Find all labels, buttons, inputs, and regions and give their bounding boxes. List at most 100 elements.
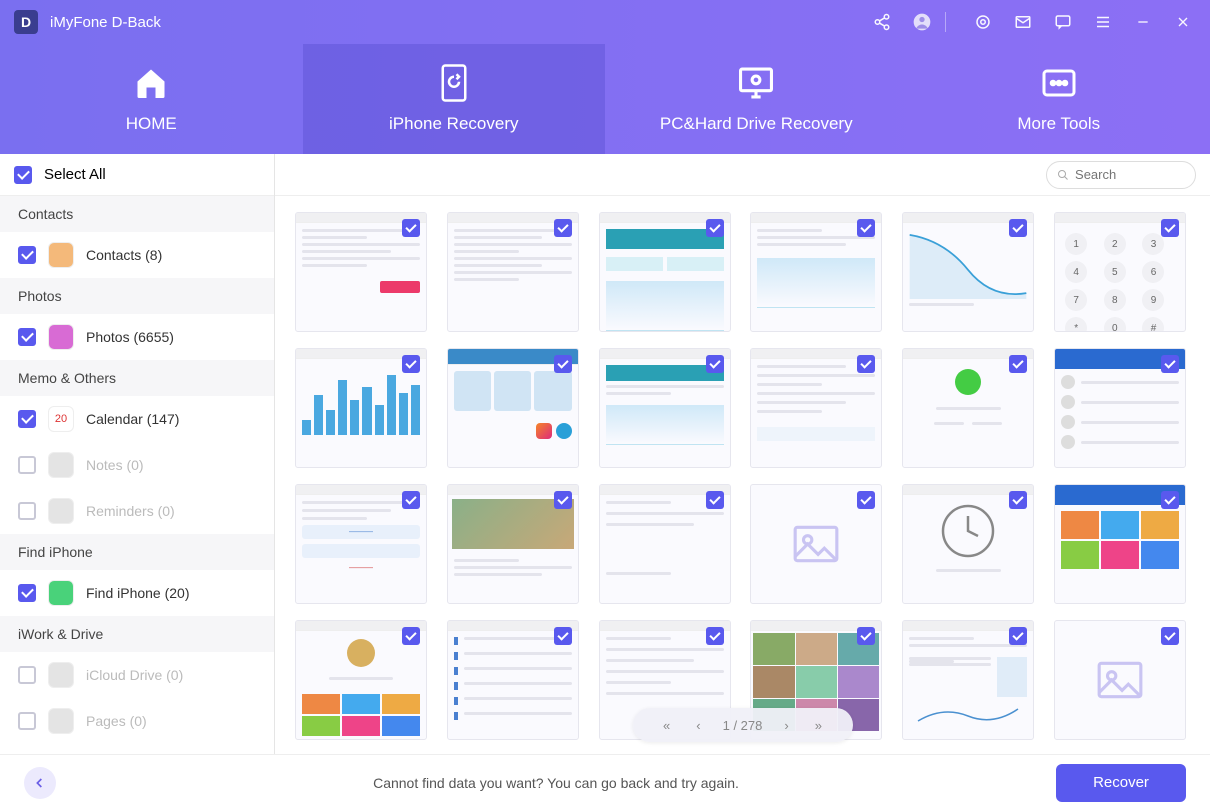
pager-last[interactable]: » — [811, 714, 826, 737]
photo-thumb[interactable] — [1054, 348, 1186, 468]
tab-iphone-recovery[interactable]: iPhone Recovery — [303, 44, 606, 154]
select-all-row[interactable]: Select All — [0, 154, 274, 196]
tab-home[interactable]: HOME — [0, 44, 303, 154]
item-checkbox[interactable] — [18, 246, 36, 264]
photo-thumb[interactable] — [902, 620, 1034, 740]
mail-icon[interactable] — [1010, 9, 1036, 35]
thumb-checkbox[interactable] — [706, 627, 724, 645]
app-logo: D — [14, 10, 38, 34]
photo-thumb[interactable] — [447, 212, 579, 332]
select-all-checkbox[interactable] — [14, 166, 32, 184]
menu-icon[interactable] — [1090, 9, 1116, 35]
close-icon[interactable] — [1170, 9, 1196, 35]
toolbar — [275, 154, 1210, 196]
tab-more-tools[interactable]: More Tools — [908, 44, 1210, 154]
thumb-checkbox[interactable] — [402, 491, 420, 509]
thumb-checkbox[interactable] — [554, 219, 572, 237]
item-icon — [48, 662, 74, 688]
pager-next[interactable]: › — [780, 714, 792, 737]
photo-thumb[interactable] — [599, 484, 731, 604]
thumb-checkbox[interactable] — [706, 219, 724, 237]
photo-thumb[interactable] — [1054, 484, 1186, 604]
item-label: Contacts (8) — [86, 247, 162, 263]
thumb-checkbox[interactable] — [1161, 219, 1179, 237]
thumb-checkbox[interactable] — [402, 219, 420, 237]
settings-icon[interactable] — [970, 9, 996, 35]
item-checkbox[interactable] — [18, 328, 36, 346]
photo-thumb[interactable] — [295, 620, 427, 740]
item-label: Notes (0) — [86, 457, 144, 473]
item-checkbox[interactable] — [18, 584, 36, 602]
item-icon — [48, 708, 74, 734]
thumb-checkbox[interactable] — [857, 627, 875, 645]
tab-pc-recovery[interactable]: PC&Hard Drive Recovery — [605, 44, 908, 154]
item-icon — [48, 242, 74, 268]
pager-prev[interactable]: ‹ — [692, 714, 704, 737]
item-icon — [48, 324, 74, 350]
item-checkbox[interactable] — [18, 410, 36, 428]
footer: Cannot find data you want? You can go ba… — [0, 754, 1210, 810]
thumb-checkbox[interactable] — [706, 355, 724, 373]
section-header: Find iPhone — [0, 534, 274, 570]
thumb-checkbox[interactable] — [1009, 491, 1027, 509]
account-icon[interactable] — [909, 9, 935, 35]
photo-thumb[interactable] — [295, 348, 427, 468]
thumb-checkbox[interactable] — [857, 219, 875, 237]
search-box[interactable] — [1046, 161, 1196, 189]
item-checkbox[interactable] — [18, 456, 36, 474]
search-input[interactable] — [1075, 167, 1185, 182]
item-icon — [48, 498, 74, 524]
app-title: iMyFone D-Back — [50, 14, 161, 31]
sidebar-item: Reminders (0) — [0, 488, 274, 534]
item-checkbox[interactable] — [18, 666, 36, 684]
thumb-checkbox[interactable] — [554, 355, 572, 373]
sidebar-item[interactable]: Find iPhone (20) — [0, 570, 274, 616]
photo-thumb[interactable] — [1054, 620, 1186, 740]
photo-thumb[interactable]: ―――――― — [295, 484, 427, 604]
minimize-icon[interactable] — [1130, 9, 1156, 35]
photo-thumb[interactable] — [902, 348, 1034, 468]
thumb-checkbox[interactable] — [857, 491, 875, 509]
back-button[interactable] — [24, 767, 56, 799]
feedback-icon[interactable] — [1050, 9, 1076, 35]
sidebar-item: Notes (0) — [0, 442, 274, 488]
thumb-checkbox[interactable] — [857, 355, 875, 373]
thumb-checkbox[interactable] — [554, 627, 572, 645]
pager-label: 1 / 278 — [723, 718, 763, 733]
photo-thumb[interactable] — [599, 212, 731, 332]
sidebar-item[interactable]: 20Calendar (147) — [0, 396, 274, 442]
photo-thumb[interactable] — [447, 484, 579, 604]
item-checkbox[interactable] — [18, 712, 36, 730]
photo-thumb[interactable] — [750, 212, 882, 332]
thumb-checkbox[interactable] — [1009, 355, 1027, 373]
sidebar-item[interactable]: Contacts (8) — [0, 232, 274, 278]
photo-thumb[interactable] — [750, 484, 882, 604]
thumb-checkbox[interactable] — [554, 491, 572, 509]
photo-thumb[interactable] — [902, 212, 1034, 332]
item-icon — [48, 580, 74, 606]
main-tabs: HOME iPhone Recovery PC&Hard Drive Recov… — [0, 44, 1210, 154]
share-icon[interactable] — [869, 9, 895, 35]
item-icon — [48, 452, 74, 478]
item-checkbox[interactable] — [18, 502, 36, 520]
photo-thumb[interactable] — [750, 348, 882, 468]
thumb-checkbox[interactable] — [1161, 627, 1179, 645]
recover-button[interactable]: Recover — [1056, 764, 1186, 802]
thumb-checkbox[interactable] — [1161, 491, 1179, 509]
thumb-checkbox[interactable] — [1161, 355, 1179, 373]
item-label: Find iPhone (20) — [86, 585, 190, 601]
photo-thumb[interactable] — [599, 348, 731, 468]
thumb-checkbox[interactable] — [1009, 627, 1027, 645]
photo-thumb[interactable] — [902, 484, 1034, 604]
sidebar-item[interactable]: Photos (6655) — [0, 314, 274, 360]
thumb-checkbox[interactable] — [1009, 219, 1027, 237]
photo-thumb[interactable] — [295, 212, 427, 332]
thumb-checkbox[interactable] — [402, 355, 420, 373]
photo-thumb[interactable] — [447, 620, 579, 740]
thumb-checkbox[interactable] — [706, 491, 724, 509]
pager-first[interactable]: « — [659, 714, 674, 737]
photo-thumb[interactable]: 123456789*0# — [1054, 212, 1186, 332]
photo-thumb[interactable] — [447, 348, 579, 468]
thumb-checkbox[interactable] — [402, 627, 420, 645]
sidebar-item: Pages (0) — [0, 698, 274, 744]
